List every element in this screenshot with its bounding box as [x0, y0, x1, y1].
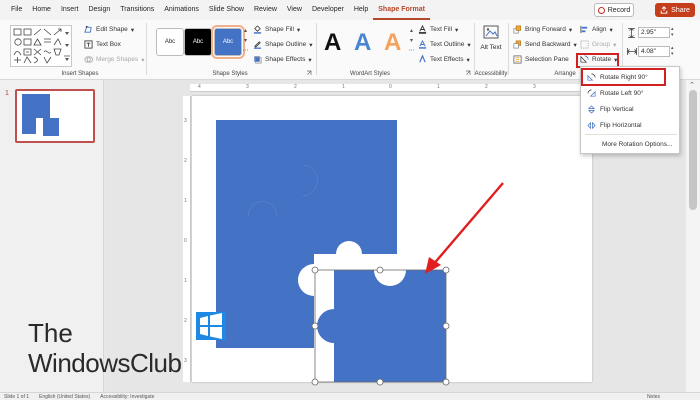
flip-horizontal-icon	[587, 121, 596, 129]
windowsclub-watermark: The WindowsClub	[28, 312, 226, 378]
puzzle-piece-bottom-left[interactable]	[216, 201, 314, 349]
menu-separator	[585, 134, 677, 135]
rotate-right-highlight	[581, 68, 666, 86]
slide-count: Slide 1 of 1	[4, 393, 30, 400]
vertical-scrollbar[interactable]	[686, 80, 700, 392]
rotate-left-90-item[interactable]: Rotate Left 90°	[585, 86, 677, 100]
flip-horizontal-item[interactable]: Flip Horizontal	[585, 118, 677, 132]
notes-button[interactable]: Notes	[647, 394, 660, 400]
puzzle-piece-top-right[interactable]	[302, 120, 397, 254]
watermark-line1: The	[28, 318, 73, 348]
more-rotation-options-label: More Rotation Options...	[602, 140, 673, 148]
flip-horizontal-label: Flip Horizontal	[600, 121, 642, 129]
flip-vertical-item[interactable]: Flip Vertical	[585, 102, 677, 116]
rotate-left-90-label: Rotate Left 90°	[600, 89, 644, 97]
annotation-arrow	[425, 182, 504, 274]
flip-vertical-label: Flip Vertical	[600, 105, 634, 113]
scrollbar-thumb[interactable]	[689, 90, 697, 210]
flip-vertical-icon	[587, 104, 596, 114]
accessibility-status[interactable]: Accessibility: Investigate	[100, 394, 154, 400]
windowsclub-logo-icon	[196, 312, 226, 340]
rotate-left-icon	[587, 89, 596, 97]
watermark-line2: WindowsClub	[28, 348, 182, 378]
language-indicator[interactable]: English (United States)	[39, 394, 90, 400]
collapse-ribbon-icon[interactable]: ⌃	[686, 81, 698, 91]
puzzle-piece-selected[interactable]	[317, 270, 446, 382]
status-bar: Slide 1 of 1 English (United States) Acc…	[0, 392, 700, 400]
more-rotation-options-item[interactable]: More Rotation Options...	[585, 137, 677, 151]
